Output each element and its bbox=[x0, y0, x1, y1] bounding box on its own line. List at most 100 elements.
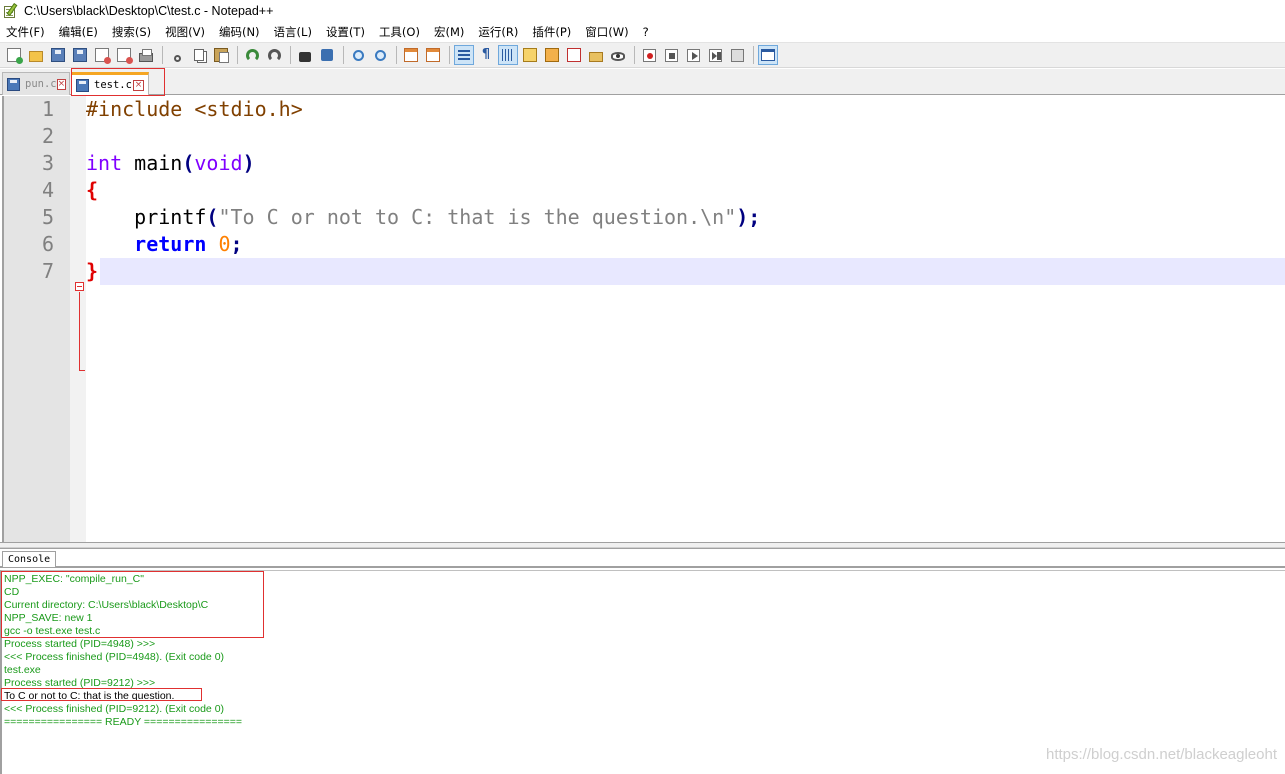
redo-icon bbox=[267, 48, 281, 62]
paren-token: ( bbox=[182, 151, 195, 175]
sync-vertical-button[interactable] bbox=[401, 45, 421, 65]
tab-pun-c[interactable]: pun.c × bbox=[2, 72, 70, 95]
toolbar: ¶ bbox=[0, 42, 1285, 68]
console-line: NPP_EXEC: "compile_run_C" bbox=[4, 573, 144, 585]
save-all-icon bbox=[73, 48, 87, 62]
pilcrow-icon: ¶ bbox=[481, 47, 491, 62]
udl-button[interactable] bbox=[520, 45, 540, 65]
fold-line bbox=[79, 292, 80, 371]
close-all-button[interactable] bbox=[114, 45, 134, 65]
console-icon bbox=[761, 49, 775, 61]
menu-encoding[interactable]: 编码(N) bbox=[219, 24, 260, 40]
eye-icon bbox=[611, 52, 625, 61]
monitoring-button[interactable] bbox=[608, 45, 628, 65]
menu-help[interactable]: ? bbox=[643, 25, 649, 39]
new-file-button[interactable] bbox=[4, 45, 24, 65]
fold-end bbox=[79, 370, 85, 371]
identifier-token: printf bbox=[134, 205, 207, 229]
paren-token: ); bbox=[736, 205, 761, 229]
console-title: Console bbox=[2, 551, 57, 567]
console-line: Process started (PID=9212) >>> bbox=[4, 677, 156, 689]
tab-bar: pun.c × test.c × bbox=[0, 69, 1285, 95]
save-icon bbox=[51, 48, 65, 62]
fold-toggle-icon[interactable] bbox=[75, 282, 84, 291]
menu-plugins[interactable]: 插件(P) bbox=[532, 24, 571, 40]
menu-search[interactable]: 搜索(S) bbox=[112, 24, 151, 40]
document-map-icon bbox=[545, 48, 559, 62]
macro-stop-button[interactable] bbox=[661, 45, 681, 65]
menu-tools[interactable]: 工具(O) bbox=[379, 24, 420, 40]
redo-button[interactable] bbox=[264, 45, 284, 65]
menu-view[interactable]: 视图(V) bbox=[165, 24, 205, 40]
macro-play-multiple-button[interactable] bbox=[705, 45, 725, 65]
toolbar-separator bbox=[162, 46, 163, 64]
menu-run[interactable]: 运行(R) bbox=[478, 24, 518, 40]
console-toggle-button[interactable] bbox=[758, 45, 778, 65]
zoom-out-button[interactable] bbox=[370, 45, 390, 65]
folder-workspace-button[interactable] bbox=[586, 45, 606, 65]
cut-button[interactable] bbox=[167, 45, 187, 65]
undo-button[interactable] bbox=[242, 45, 262, 65]
console-output[interactable]: NPP_EXEC: "compile_run_C" CD Current dir… bbox=[0, 570, 1285, 774]
close-file-icon bbox=[95, 48, 111, 64]
folder-workspace-icon bbox=[589, 51, 603, 62]
save-button[interactable] bbox=[48, 45, 68, 65]
paste-button[interactable] bbox=[211, 45, 231, 65]
word-wrap-icon bbox=[458, 49, 470, 61]
copy-button[interactable] bbox=[189, 45, 209, 65]
find-button[interactable] bbox=[295, 45, 315, 65]
toolbar-separator bbox=[753, 46, 754, 64]
close-button[interactable] bbox=[92, 45, 112, 65]
saved-file-icon bbox=[7, 77, 20, 91]
line-number-gutter: 1 2 3 4 5 6 7 bbox=[4, 96, 70, 542]
close-tab-icon[interactable]: × bbox=[133, 79, 144, 91]
code-line-6: return 0; bbox=[86, 231, 243, 258]
code-area[interactable]: #include <stdio.h> int main(void) { prin… bbox=[86, 96, 1285, 542]
macro-play-button[interactable] bbox=[683, 45, 703, 65]
play-icon bbox=[686, 48, 700, 62]
doc-map-button[interactable] bbox=[542, 45, 562, 65]
code-editor[interactable]: 1 2 3 4 5 6 7 #include <stdio.h> int mai… bbox=[2, 96, 1285, 542]
menu-window[interactable]: 窗口(W) bbox=[585, 24, 628, 40]
zoom-in-button[interactable] bbox=[348, 45, 368, 65]
console-line: <<< Process finished (PID=9212). (Exit c… bbox=[4, 703, 225, 715]
binoculars-icon bbox=[299, 51, 311, 62]
menu-bar: 文件(F) 编辑(E) 搜索(S) 视图(V) 编码(N) 语言(L) 设置(T… bbox=[0, 22, 1285, 42]
toolbar-separator bbox=[396, 46, 397, 64]
function-list-button[interactable] bbox=[564, 45, 584, 65]
menu-edit[interactable]: 编辑(E) bbox=[59, 24, 98, 40]
title-bar: C:\Users\black\Desktop\C\test.c - Notepa… bbox=[0, 0, 1285, 22]
indent-guide-button[interactable] bbox=[498, 45, 518, 65]
tab-label: pun.c bbox=[25, 78, 57, 90]
console-line: <<< Process finished (PID=4948). (Exit c… bbox=[4, 651, 225, 663]
sync-horizontal-button[interactable] bbox=[423, 45, 443, 65]
zoom-in-icon bbox=[352, 49, 364, 61]
menu-file[interactable]: 文件(F) bbox=[6, 24, 45, 40]
brace-token: } bbox=[86, 259, 99, 283]
semicolon-token: ; bbox=[230, 232, 243, 256]
close-tab-icon[interactable]: × bbox=[56, 78, 67, 90]
replace-button[interactable] bbox=[317, 45, 337, 65]
save-all-button[interactable] bbox=[70, 45, 90, 65]
word-wrap-button[interactable] bbox=[454, 45, 474, 65]
console-header: Console bbox=[0, 548, 1285, 568]
code-line-4: { bbox=[86, 177, 98, 204]
toolbar-separator bbox=[343, 46, 344, 64]
print-button[interactable] bbox=[136, 45, 156, 65]
fast-forward-icon bbox=[708, 48, 722, 62]
macro-save-button[interactable] bbox=[727, 45, 747, 65]
fold-margin[interactable] bbox=[70, 96, 86, 542]
number-token: 0 bbox=[218, 232, 231, 256]
menu-language[interactable]: 语言(L) bbox=[274, 24, 312, 40]
macro-record-button[interactable] bbox=[639, 45, 659, 65]
tab-test-c[interactable]: test.c × bbox=[71, 72, 149, 95]
toolbar-separator bbox=[449, 46, 450, 64]
menu-settings[interactable]: 设置(T) bbox=[326, 24, 365, 40]
notepad-plus-plus-icon bbox=[3, 3, 19, 19]
menu-macro[interactable]: 宏(M) bbox=[434, 24, 464, 40]
tab-label: test.c bbox=[94, 79, 132, 91]
console-line-program-output: To C or not to C: that is the question. bbox=[4, 690, 175, 702]
open-file-button[interactable] bbox=[26, 45, 46, 65]
console-line: Process started (PID=4948) >>> bbox=[4, 638, 156, 650]
show-all-chars-button[interactable]: ¶ bbox=[476, 45, 496, 65]
